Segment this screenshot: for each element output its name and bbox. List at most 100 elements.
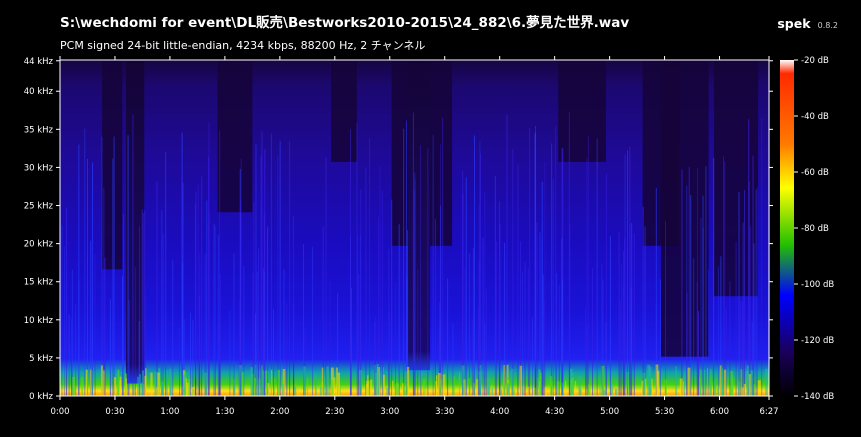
bass-energy: [679, 378, 683, 396]
bass-energy: [642, 372, 646, 396]
spectral-streak: [84, 128, 86, 396]
bass-energy: [442, 374, 446, 396]
bass-energy: [359, 370, 362, 396]
time-tick-label: 0:30: [105, 407, 124, 417]
spectral-streak: [522, 271, 524, 396]
time-tick-label: 4:30: [545, 407, 564, 417]
bass-energy: [145, 368, 147, 396]
bass-energy: [753, 384, 755, 396]
spectral-streak: [527, 268, 529, 396]
bass-energy: [321, 367, 324, 396]
freq-tick-label: 5 kHz: [29, 354, 53, 364]
spectral-streak: [270, 133, 272, 396]
time-tick-label: 0:00: [50, 407, 69, 417]
spectral-streak: [94, 253, 96, 396]
spectral-streak: [512, 149, 514, 396]
spectral-streak: [494, 176, 496, 396]
spectral-streak: [260, 155, 262, 396]
spectral-streak: [87, 158, 89, 396]
quiet-band: [558, 61, 606, 162]
bass-energy: [250, 367, 254, 396]
spectral-streak: [499, 224, 501, 396]
bass-energy: [100, 365, 103, 396]
spectral-streak: [700, 217, 702, 396]
bass-energy: [468, 378, 471, 396]
bass-energy: [423, 379, 425, 396]
spectral-streak: [552, 179, 554, 396]
freq-tick-label: 25 kHz: [24, 202, 54, 212]
bass-energy: [315, 373, 317, 396]
bass-energy: [91, 370, 93, 396]
bass-energy: [610, 382, 614, 396]
spectral-streak: [68, 314, 70, 396]
bass-energy: [603, 389, 607, 396]
spectral-streak: [253, 202, 255, 396]
time-tick-label: 3:30: [435, 407, 454, 417]
spectral-streak: [312, 246, 314, 396]
bass-energy: [319, 386, 322, 396]
spectral-streak: [621, 264, 623, 396]
spectral-streak: [452, 323, 454, 396]
bass-energy: [370, 379, 373, 396]
spectral-streak: [273, 308, 275, 396]
bass-energy: [453, 375, 455, 396]
spectral-streak: [381, 191, 383, 396]
spectral-streak: [417, 269, 419, 396]
spectral-streak: [626, 150, 628, 396]
spectral-streak: [495, 241, 497, 396]
spectral-streak: [532, 317, 534, 396]
bass-energy: [326, 366, 329, 396]
spectral-streak: [681, 169, 683, 396]
spectral-streak: [161, 210, 163, 396]
spectral-streak: [592, 267, 594, 396]
bass-energy: [741, 387, 744, 396]
spectral-streak: [256, 271, 258, 396]
spectral-streak: [432, 135, 434, 396]
spectral-streak: [165, 151, 167, 396]
spectral-streak: [551, 143, 553, 396]
spectral-streak: [558, 285, 560, 396]
spectral-streak: [350, 129, 352, 396]
spectral-streak: [398, 224, 400, 396]
bass-energy: [258, 379, 261, 396]
bass-energy: [700, 369, 702, 396]
spectral-streak: [70, 319, 72, 396]
bass-energy: [532, 387, 535, 396]
spectral-streak: [172, 259, 174, 396]
spectral-streak: [517, 164, 519, 396]
spectral-streak: [473, 135, 475, 396]
spectral-streak: [705, 166, 707, 396]
bass-energy: [723, 369, 727, 396]
bass-energy: [587, 384, 591, 396]
freq-tick-label: 20 kHz: [24, 240, 54, 250]
spectral-streak: [213, 223, 215, 396]
bass-energy: [478, 371, 482, 396]
bass-energy: [241, 372, 244, 396]
bass-energy: [580, 389, 582, 396]
spectral-streak: [753, 243, 755, 396]
spectral-streak: [434, 218, 436, 396]
spectral-streak: [465, 177, 467, 396]
bass-energy: [656, 370, 660, 396]
spectral-streak: [101, 136, 103, 397]
spectral-streak: [61, 225, 63, 396]
bass-energy: [507, 383, 510, 396]
spectral-streak: [693, 258, 695, 396]
bass-energy: [746, 370, 749, 396]
spectrogram-plot: [60, 60, 769, 397]
spectral-streak: [697, 168, 699, 396]
spectrogram: 0 kHz 5 kHz 10 kHz 15 kHz 20 kHz 25 kHz 30 kHz…: [24, 56, 834, 417]
bass-energy: [303, 366, 306, 396]
bass-energy: [527, 386, 530, 396]
spectral-streak: [132, 114, 134, 397]
bass-energy: [578, 375, 581, 396]
time-tick-label: 5:30: [655, 407, 674, 417]
bass-energy: [90, 369, 92, 396]
spectral-streak: [162, 233, 164, 396]
spectral-streak: [665, 220, 667, 396]
time-tick-label: 5:00: [600, 407, 619, 417]
bass-energy: [439, 379, 442, 396]
spectral-streak: [229, 310, 231, 396]
bass-energy: [476, 379, 478, 396]
spectral-streak: [697, 310, 699, 396]
